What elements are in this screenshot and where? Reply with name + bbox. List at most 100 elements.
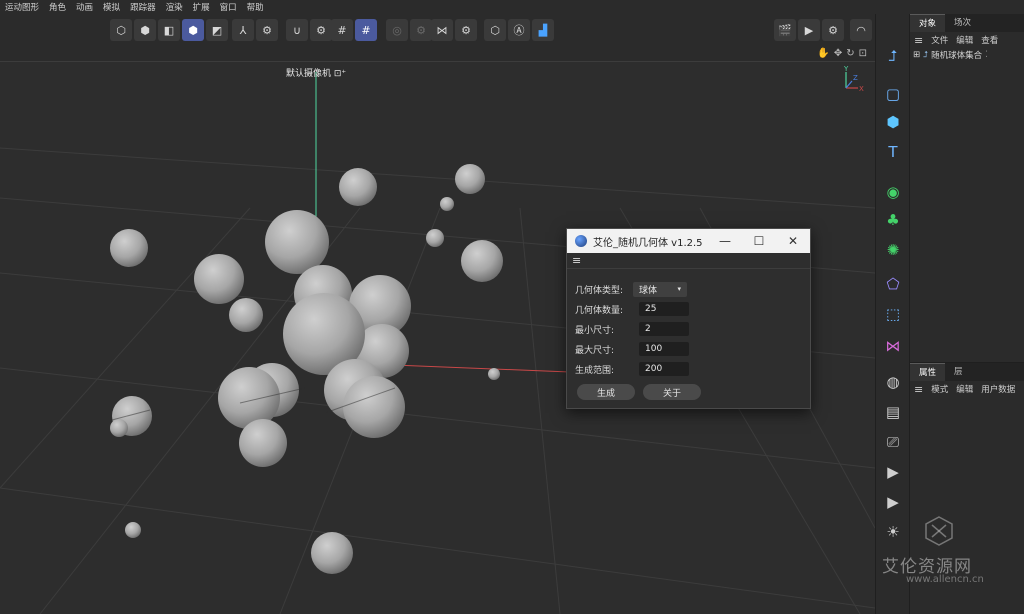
geometry-type-label: 几何体类型: bbox=[575, 285, 624, 296]
menu-file[interactable]: 文件 bbox=[931, 34, 948, 46]
sphere[interactable] bbox=[488, 368, 500, 380]
move-view-icon[interactable]: ✥ bbox=[834, 48, 842, 59]
video-camera-icon[interactable]: ▶ bbox=[881, 460, 905, 484]
sphere[interactable] bbox=[265, 210, 329, 274]
field-icon[interactable]: ⬚ bbox=[881, 302, 905, 326]
polygon-mode-icon[interactable]: ⬢ bbox=[182, 19, 204, 41]
camera-icon[interactable]: ⎚ bbox=[881, 430, 905, 454]
sphere[interactable] bbox=[311, 532, 353, 574]
sphere[interactable] bbox=[194, 254, 244, 304]
render-view-icon[interactable]: 🎬 bbox=[774, 19, 796, 41]
cloner-icon[interactable]: ◉ bbox=[881, 180, 905, 204]
range-input[interactable]: 200 bbox=[639, 362, 689, 376]
menu-extensions[interactable]: 扩展 bbox=[188, 1, 215, 13]
render-settings-icon[interactable]: ⚙ bbox=[822, 19, 844, 41]
spline-rectangle-icon[interactable]: ▢ bbox=[881, 82, 905, 106]
hamburger-icon[interactable]: ≡ bbox=[914, 34, 923, 47]
menu-render[interactable]: 渲染 bbox=[161, 1, 188, 13]
menu-help[interactable]: 帮助 bbox=[242, 1, 269, 13]
layout-icon[interactable]: ◠ bbox=[850, 19, 872, 41]
clapper-icon[interactable]: ▤ bbox=[881, 400, 905, 424]
soft-settings-icon[interactable]: ⚙ bbox=[410, 19, 432, 41]
model-mode-icon[interactable]: ⬡ bbox=[110, 19, 132, 41]
hamburger-icon[interactable]: ≡ bbox=[914, 383, 923, 396]
menu-mode[interactable]: 模式 bbox=[931, 383, 948, 395]
null-object-icon[interactable]: ⮥ bbox=[881, 44, 905, 68]
hamburger-icon[interactable]: ≡ bbox=[572, 254, 581, 267]
histogram-icon[interactable]: ▟ bbox=[532, 19, 554, 41]
sphere[interactable] bbox=[339, 168, 377, 206]
grid-icon[interactable]: # bbox=[331, 19, 353, 41]
menu-simulate[interactable]: 模拟 bbox=[98, 1, 125, 13]
menu-character[interactable]: 角色 bbox=[44, 1, 71, 13]
menu-edit[interactable]: 编辑 bbox=[956, 34, 973, 46]
magnet-icon[interactable]: ∪ bbox=[286, 19, 308, 41]
point-mode-icon[interactable]: ⬢ bbox=[134, 19, 156, 41]
expand-icon[interactable]: ⊞ bbox=[913, 50, 920, 60]
tab-layers[interactable]: 层 bbox=[945, 363, 972, 381]
cube-icon[interactable]: ⬢ bbox=[881, 110, 905, 134]
text-mode-icon[interactable]: Ⓐ bbox=[508, 19, 530, 41]
max-size-input[interactable]: 100 bbox=[639, 342, 689, 356]
sphere[interactable] bbox=[239, 419, 287, 467]
geometry-type-select[interactable]: 球体 ▾ bbox=[633, 281, 687, 297]
sphere[interactable] bbox=[110, 419, 128, 437]
about-button[interactable]: 关于 bbox=[643, 384, 701, 400]
axis-icon[interactable]: ⅄ bbox=[232, 19, 254, 41]
render-picture-icon[interactable]: ▶ bbox=[798, 19, 820, 41]
sphere[interactable] bbox=[125, 522, 141, 538]
rotate-view-icon[interactable]: ↻ bbox=[846, 48, 854, 59]
sphere[interactable] bbox=[218, 367, 280, 429]
soft-select-icon[interactable]: ◎ bbox=[386, 19, 408, 41]
maximize-icon[interactable]: ☐ bbox=[742, 234, 776, 248]
dialog-titlebar[interactable]: 艾伦_随机几何体 v1.2.5 — ☐ ✕ bbox=[567, 229, 810, 253]
deformer-icon[interactable]: ⬠ bbox=[881, 272, 905, 296]
close-icon[interactable]: ✕ bbox=[776, 234, 810, 248]
display-mode-icon[interactable]: ⬡ bbox=[484, 19, 506, 41]
geometry-count-input[interactable]: 25 bbox=[639, 302, 689, 316]
menu-animate[interactable]: 动画 bbox=[71, 1, 98, 13]
sphere-group bbox=[110, 164, 503, 574]
text-icon[interactable]: T bbox=[881, 140, 905, 164]
symmetry-icon[interactable]: ⋈ bbox=[431, 19, 453, 41]
sphere[interactable] bbox=[440, 197, 454, 211]
sphere[interactable] bbox=[343, 376, 405, 438]
volume-icon[interactable]: ⋈ bbox=[881, 334, 905, 358]
sphere[interactable] bbox=[110, 229, 148, 267]
object-row[interactable]: ⊞ ⮥ 随机球体集合 ⁚ bbox=[910, 48, 1024, 62]
uv-mode-icon[interactable]: ◩ bbox=[206, 19, 228, 41]
menu-tracker[interactable]: 跟踪器 bbox=[125, 1, 161, 13]
menu-mograph[interactable]: 运动图形 bbox=[0, 1, 44, 13]
symmetry-settings-icon[interactable]: ⚙ bbox=[455, 19, 477, 41]
tab-objects[interactable]: 对象 bbox=[910, 14, 946, 32]
pan-icon[interactable]: ✋ bbox=[817, 48, 829, 59]
menu-edit[interactable]: 编辑 bbox=[956, 383, 973, 395]
grid-snap-icon[interactable]: # bbox=[355, 19, 377, 41]
scene-globe-icon[interactable]: ◍ bbox=[881, 370, 905, 394]
effector-icon[interactable]: ✺ bbox=[881, 238, 905, 262]
menu-user-data[interactable]: 用户数据 bbox=[981, 383, 1015, 395]
menu-view[interactable]: 查看 bbox=[981, 34, 998, 46]
symmetry-group: ⋈ ⚙ bbox=[431, 19, 477, 43]
viewport-nav-icons: ✋ ✥ ↻ ⊡ bbox=[817, 48, 867, 59]
visibility-dots-icon[interactable]: ⁚ bbox=[985, 50, 988, 60]
sphere[interactable] bbox=[455, 164, 485, 194]
maximize-view-icon[interactable]: ⊡ bbox=[859, 48, 867, 59]
generate-button[interactable]: 生成 bbox=[577, 384, 635, 400]
sphere[interactable] bbox=[426, 229, 444, 247]
snap-settings-icon[interactable]: ⚙ bbox=[310, 19, 332, 41]
menu-window[interactable]: 窗口 bbox=[215, 1, 242, 13]
fracture-icon[interactable]: ♣ bbox=[881, 208, 905, 232]
camera-label[interactable]: 默认摄像机 ⊡⁺ bbox=[286, 66, 346, 79]
sphere[interactable] bbox=[461, 240, 503, 282]
sphere[interactable] bbox=[229, 298, 263, 332]
tab-takes[interactable]: 场次 bbox=[945, 14, 980, 32]
tab-attributes[interactable]: 属性 bbox=[910, 363, 946, 381]
object-name[interactable]: 随机球体集合 bbox=[931, 49, 982, 61]
minimize-icon[interactable]: — bbox=[708, 234, 742, 248]
axis-settings-icon[interactable]: ⚙ bbox=[256, 19, 278, 41]
edge-mode-icon[interactable]: ◧ bbox=[158, 19, 180, 41]
max-size-row: 最大尺寸: 100 bbox=[575, 341, 689, 357]
min-size-input[interactable]: 2 bbox=[639, 322, 689, 336]
stage-camera-icon[interactable]: ▶ bbox=[881, 490, 905, 514]
